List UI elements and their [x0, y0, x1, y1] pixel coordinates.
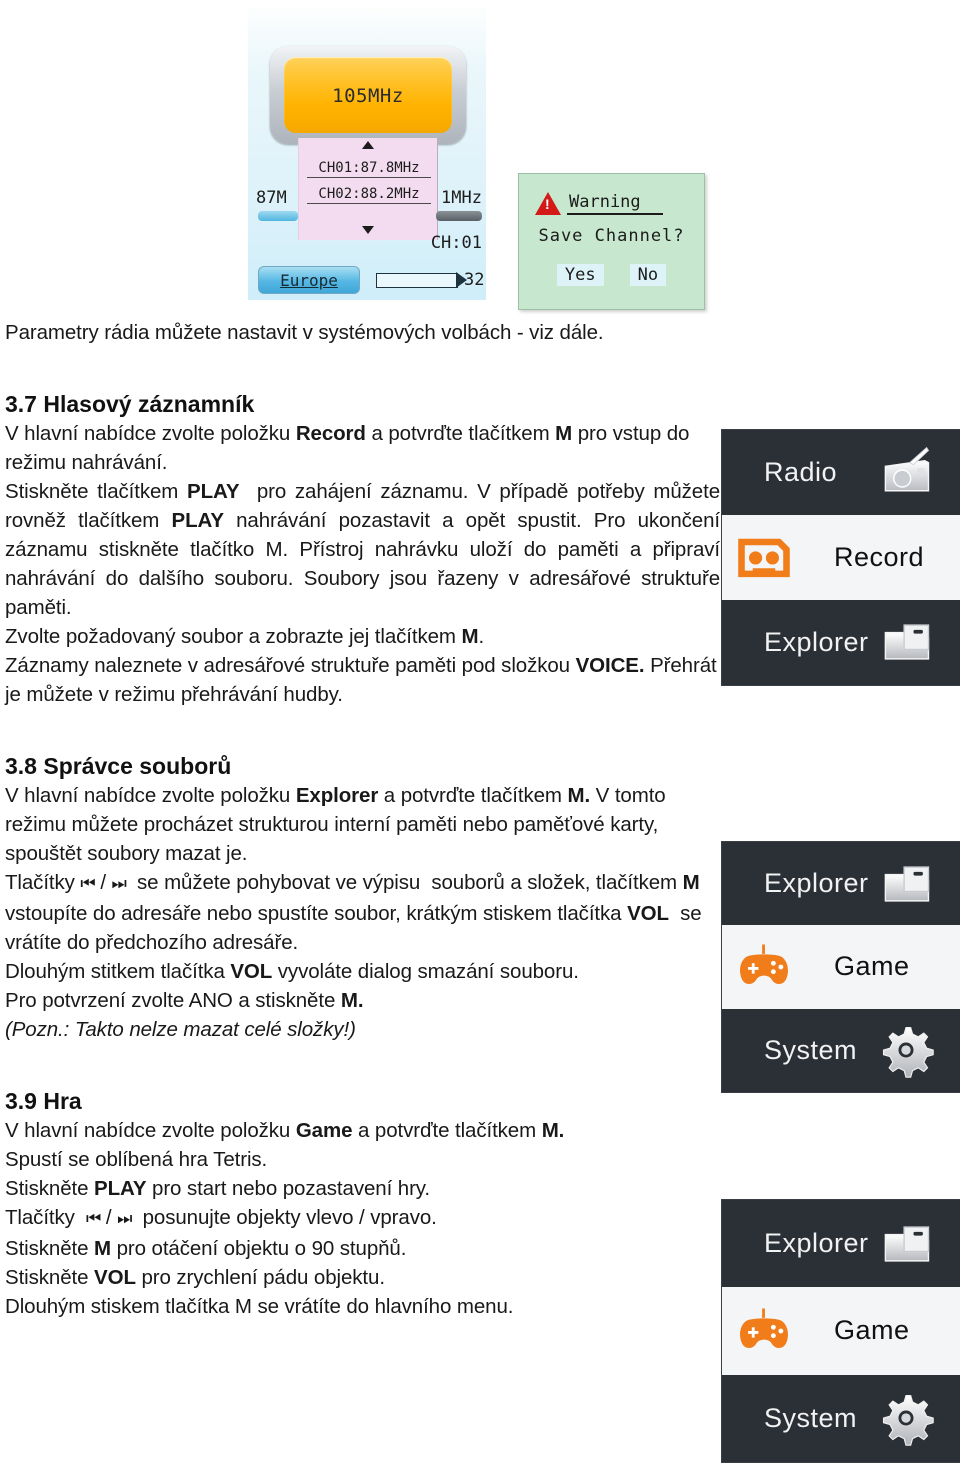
current-channel-label: CH:01 [430, 233, 482, 253]
yes-button[interactable]: Yes [556, 264, 604, 286]
paragraph: Záznamy naleznete v adresářové struktuře… [5, 654, 717, 706]
menu-item-record[interactable]: Record [722, 514, 960, 600]
menu-item-label: Radio [764, 456, 838, 487]
dialog-title-row: Warning [535, 188, 694, 218]
menu-item-game[interactable]: Game [722, 1287, 960, 1375]
menu-item-explorer[interactable]: Explorer [722, 599, 960, 685]
paragraph: Tlačítky ⏮ / ⏭ posunujte objekty vlevo /… [5, 1206, 437, 1229]
dialog-message: Save Channel? [538, 226, 685, 246]
paragraph: V hlavní nabídce zvolte položku Game a p… [5, 1119, 565, 1142]
paragraph: Zvolte požadovaný soubor a zobrazte jej … [5, 625, 485, 648]
scroll-down-arrow-icon[interactable] [362, 226, 374, 234]
paragraph: (Pozn.: Takto nelze mazat celé složky!) [5, 1018, 356, 1041]
menu-item-radio[interactable]: Radio [722, 430, 960, 515]
gear-icon [882, 1388, 948, 1448]
paragraph: Stiskněte VOL pro zrychlení pádu objektu… [5, 1266, 385, 1289]
paragraph: V hlavní nabídce zvolte položku Explorer… [5, 784, 666, 865]
gear-icon [882, 1020, 948, 1080]
volume-value: 32 [464, 270, 485, 290]
gamepad-icon [728, 1301, 788, 1361]
gamepad-icon [728, 937, 788, 997]
menu-item-label: System [764, 1402, 858, 1433]
paragraph: Spustí se oblíbená hra Tetris. [5, 1148, 268, 1171]
folder-icon [884, 854, 948, 914]
region-button[interactable]: Europe [258, 266, 360, 294]
section-37-heading: 3.7 Hlasový záznamník [5, 391, 255, 417]
dialog-title: Warning [567, 192, 663, 215]
warning-triangle-icon [535, 191, 561, 215]
menu-item-explorer[interactable]: Explorer [722, 842, 960, 926]
device-menu-game-2: Explorer Game System [722, 1200, 960, 1462]
menu-item-system[interactable]: System [722, 1008, 960, 1092]
radio-icon [884, 442, 948, 502]
menu-item-label: Game [834, 951, 910, 982]
device-menu-record: Radio Record Explorer [722, 430, 960, 685]
menu-item-label: Explorer [764, 1228, 869, 1259]
folder-icon [884, 1214, 948, 1274]
paragraph: Stiskněte tlačítkem PLAY pro zahájení zá… [5, 480, 720, 619]
menu-item-label: Explorer [764, 868, 869, 899]
paragraph: Dlouhým stiskem tlačítka M se vrátíte do… [5, 1295, 514, 1318]
scale-bar-right [436, 211, 482, 221]
cassette-icon [728, 527, 790, 587]
device-menu-game-1: Explorer Game System [722, 842, 960, 1092]
radio-tuner-screen: 105MHz CH01:87.8MHz CH02:88.2MHz 87M 1MH… [248, 8, 486, 300]
menu-item-system[interactable]: System [722, 1374, 960, 1462]
menu-item-game[interactable]: Game [722, 925, 960, 1009]
document-body: Parametry rádia můžete nastavit v systém… [5, 318, 720, 1321]
intro-paragraph: Parametry rádia můžete nastavit v systém… [5, 321, 604, 344]
paragraph: Pro potvrzení zvolte ANO a stiskněte M. [5, 989, 364, 1012]
channel-list-popup: CH01:87.8MHz CH02:88.2MHz [298, 138, 438, 240]
save-channel-dialog: Warning Save Channel? Yes No [518, 173, 705, 310]
volume-control[interactable]: 32 [376, 270, 486, 290]
paragraph: Tlačítky ⏮ / ⏭ se můžete pohybovat ve vý… [5, 871, 702, 954]
frequency-display-bezel: 105MHz [270, 46, 466, 144]
section-39-heading: 3.9 Hra [5, 1088, 82, 1114]
menu-item-explorer[interactable]: Explorer [722, 1200, 960, 1288]
no-button[interactable]: No [629, 264, 667, 286]
channel-list-item[interactable]: CH01:87.8MHz [307, 160, 431, 178]
menu-item-label: Explorer [764, 626, 869, 657]
folder-icon [884, 612, 948, 672]
dialog-buttons: Yes No [519, 264, 704, 286]
section-38-heading: 3.8 Správce souborů [5, 753, 232, 779]
channel-list-item[interactable]: CH02:88.2MHz [307, 186, 431, 204]
scale-min-label: 87M [256, 188, 287, 208]
menu-item-label: System [764, 1034, 858, 1065]
menu-item-label: Game [834, 1315, 910, 1346]
scroll-up-arrow-icon[interactable] [362, 141, 374, 149]
frequency-value: 105MHz [332, 85, 404, 107]
paragraph: Stiskněte M pro otáčení objektu o 90 stu… [5, 1237, 407, 1260]
paragraph: V hlavní nabídce zvolte položku Record a… [5, 422, 690, 474]
volume-bar[interactable] [376, 272, 467, 288]
paragraph: Stiskněte PLAY pro start nebo pozastaven… [5, 1177, 431, 1200]
paragraph: Dlouhým stitkem tlačítka VOL vyvoláte di… [5, 960, 579, 983]
scale-max-label: 1MHz [441, 188, 482, 208]
menu-item-label: Record [834, 541, 925, 572]
frequency-display: 105MHz [284, 57, 452, 133]
device-screenshots-row: 105MHz CH01:87.8MHz CH02:88.2MHz 87M 1MH… [248, 8, 708, 310]
scale-bar-left [258, 211, 298, 221]
